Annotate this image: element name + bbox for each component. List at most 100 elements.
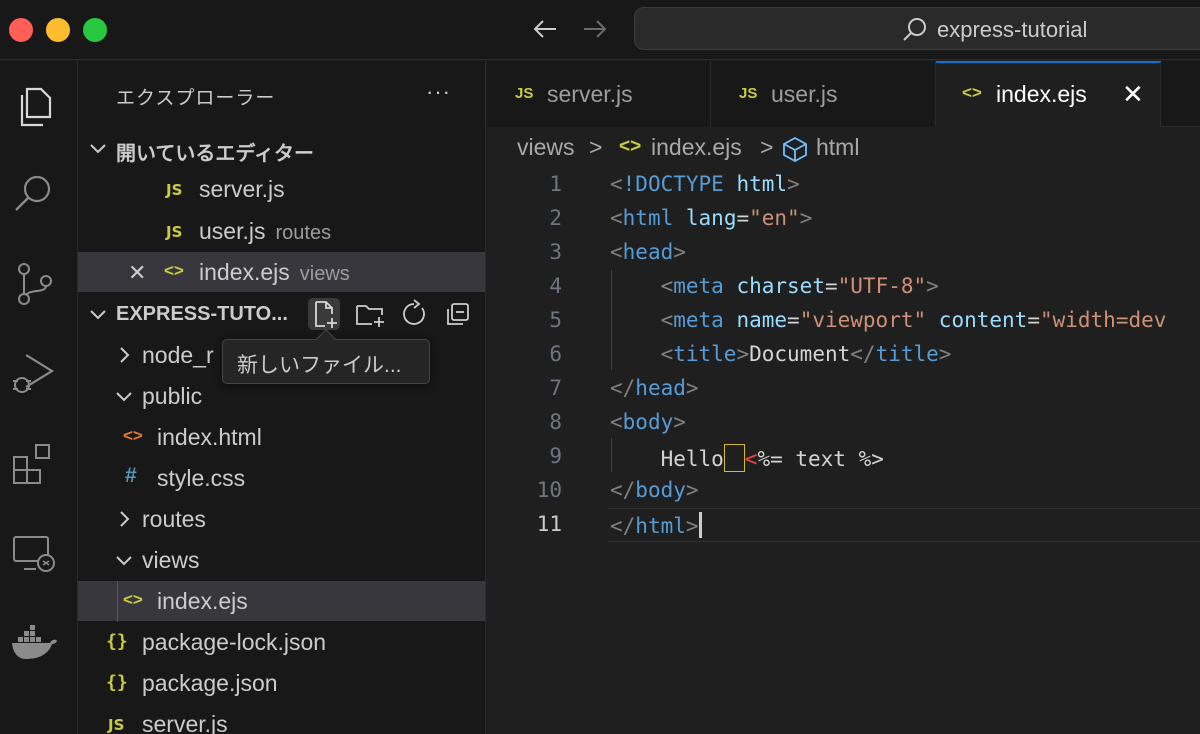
tree-label: node_r xyxy=(142,342,214,368)
code-editor[interactable]: 1 <!DOCTYPE html> 2 <html lang="en"> 3 <… xyxy=(487,168,1200,734)
open-editor-label: server.js xyxy=(199,176,285,202)
code-line: 2 <html lang="en"> xyxy=(487,202,1200,236)
breadcrumb-symbol[interactable]: html xyxy=(816,134,859,161)
open-editor-description: views xyxy=(299,263,350,285)
close-window-button[interactable] xyxy=(9,18,33,42)
project-folder-label: EXPRESS-TUTO... xyxy=(116,303,288,325)
tab-label: user.js xyxy=(771,81,838,107)
code-line-current: 11 </html> xyxy=(487,508,1200,542)
search-icon[interactable] xyxy=(10,169,58,217)
symbol-cube-icon xyxy=(783,136,807,162)
bracket-highlight xyxy=(723,444,745,472)
new-folder-button[interactable] xyxy=(354,298,386,330)
editor-tabs: JS server.js JS user.js <> index.ejs ✕ xyxy=(487,61,1200,127)
open-editor-item-active[interactable]: ✕ <> index.ejs views xyxy=(78,252,485,292)
html-file-icon: <> xyxy=(123,426,143,445)
tree-file-server-js[interactable]: JS server.js xyxy=(78,704,485,734)
extensions-icon[interactable] xyxy=(10,439,58,487)
open-editor-item[interactable]: JS user.js routes xyxy=(78,211,485,251)
refresh-button[interactable] xyxy=(398,298,430,330)
open-editor-label: user.js xyxy=(199,218,266,244)
open-editor-item[interactable]: JS server.js xyxy=(78,169,485,209)
code-line: 1 <!DOCTYPE html> xyxy=(487,168,1200,202)
tree-label: style.css xyxy=(157,465,246,491)
breadcrumb-separator: > xyxy=(589,134,603,160)
code-line: 4 <meta charset="UTF-8"> xyxy=(487,270,1200,304)
files-icon[interactable] xyxy=(10,81,58,129)
tab-user-js[interactable]: JS user.js xyxy=(711,61,936,127)
search-icon xyxy=(903,18,926,41)
tree-file-index-ejs[interactable]: <> index.ejs xyxy=(78,581,485,621)
line-number: 6 xyxy=(549,342,562,366)
line-number: 2 xyxy=(549,206,562,230)
line-number: 5 xyxy=(549,308,562,332)
tree-file-package-json[interactable]: {} package.json xyxy=(78,663,485,703)
tab-label: server.js xyxy=(547,81,633,107)
tree-label: index.ejs xyxy=(157,588,248,614)
docker-icon[interactable] xyxy=(10,619,58,667)
maximize-window-button[interactable] xyxy=(83,18,107,42)
explorer-title: エクスプローラー xyxy=(116,88,276,109)
code-line: 10 </body> xyxy=(487,474,1200,508)
tree-folder-routes[interactable]: routes xyxy=(78,499,485,539)
source-control-icon[interactable] xyxy=(10,259,58,307)
project-folder-header[interactable]: EXPRESS-TUTO... xyxy=(78,294,485,334)
code-line: 5 <meta name="viewport" content="width=d… xyxy=(487,304,1200,338)
line-number: 3 xyxy=(549,240,562,264)
line-number: 4 xyxy=(549,274,562,298)
activity-bar xyxy=(0,61,78,734)
js-file-icon: JS xyxy=(166,181,183,199)
open-editors-header[interactable]: 開いているエディター xyxy=(78,128,485,168)
new-file-button[interactable] xyxy=(308,298,340,330)
js-file-icon: JS xyxy=(108,716,125,734)
line-number: 1 xyxy=(549,172,562,196)
close-icon[interactable]: ✕ xyxy=(128,260,146,286)
tree-label: index.html xyxy=(157,424,262,450)
text-cursor xyxy=(698,512,702,538)
open-editor-description: routes xyxy=(275,222,332,244)
chevron-right-icon xyxy=(120,347,130,363)
collapse-all-button[interactable] xyxy=(442,298,474,330)
tree-folder-views[interactable]: views xyxy=(78,540,485,580)
code-line: 7 </head> xyxy=(487,372,1200,406)
tooltip-text: 新しいファイル... xyxy=(237,354,402,377)
open-editor-label: index.ejs xyxy=(199,259,290,285)
js-file-icon: JS xyxy=(739,85,758,102)
tree-label: package.json xyxy=(142,670,278,696)
line-number: 11 xyxy=(536,512,562,536)
tab-label: index.ejs xyxy=(996,81,1087,107)
js-file-icon: JS xyxy=(515,85,534,102)
run-debug-icon[interactable] xyxy=(10,349,58,397)
ejs-file-icon: <> xyxy=(164,261,184,280)
tree-file-index-html[interactable]: <> index.html xyxy=(78,417,485,457)
arrow-right-icon[interactable] xyxy=(580,14,610,44)
breadcrumb-folder[interactable]: views xyxy=(517,134,575,161)
json-file-icon: {} xyxy=(106,631,128,652)
code-line: 9 Hello <%= text %> xyxy=(487,440,1200,474)
tree-label: server.js xyxy=(142,711,228,734)
ejs-file-icon: <> xyxy=(619,136,642,157)
code-line: 6 <title>Document</title> xyxy=(487,338,1200,372)
css-file-icon: # xyxy=(125,464,137,487)
ejs-file-icon: <> xyxy=(123,590,143,609)
command-center-search[interactable]: express-tutorial xyxy=(634,7,1200,50)
refresh-icon xyxy=(403,299,425,325)
js-file-icon: JS xyxy=(166,223,183,241)
tree-file-style-css[interactable]: # style.css xyxy=(78,458,485,498)
remote-explorer-icon[interactable] xyxy=(10,529,58,577)
close-tab-icon[interactable]: ✕ xyxy=(1122,79,1144,110)
tab-index-ejs[interactable]: <> index.ejs ✕ xyxy=(936,61,1161,127)
new-file-icon xyxy=(315,301,337,328)
breadcrumb-file[interactable]: index.ejs xyxy=(651,134,742,161)
chevron-right-icon xyxy=(120,511,130,527)
tree-file-package-lock-json[interactable]: {} package-lock.json xyxy=(78,622,485,662)
arrow-left-icon[interactable] xyxy=(530,14,560,44)
explorer-sidebar: エクスプローラー ··· 開いているエディター JS server.js JS … xyxy=(78,61,486,734)
minimize-window-button[interactable] xyxy=(46,18,70,42)
tree-label: routes xyxy=(142,506,206,532)
line-number: 9 xyxy=(549,444,562,468)
tab-server-js[interactable]: JS server.js xyxy=(487,61,711,127)
code-line: 8 <body> xyxy=(487,406,1200,440)
more-actions-icon[interactable]: ··· xyxy=(426,79,451,105)
chevron-down-icon xyxy=(90,144,106,154)
